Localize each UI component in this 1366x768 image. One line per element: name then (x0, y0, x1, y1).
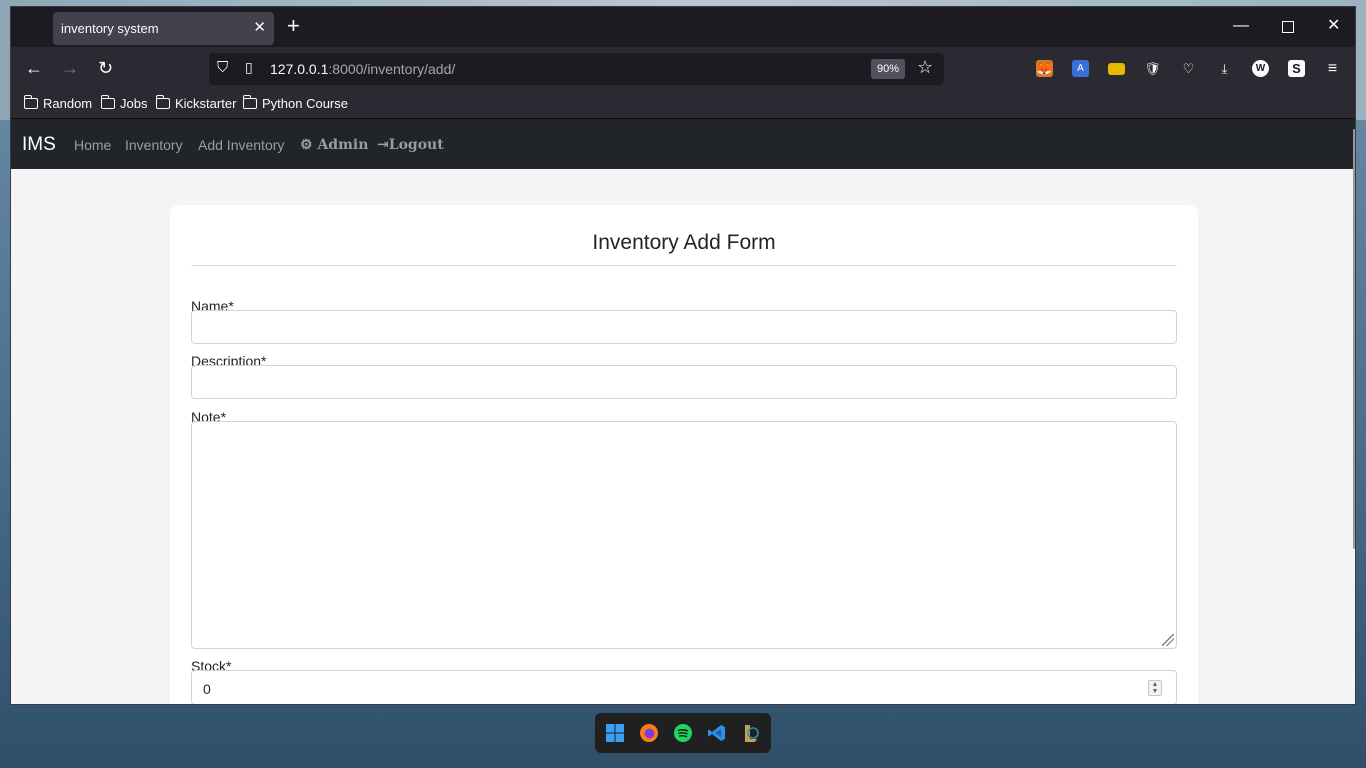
close-tab-icon[interactable]: ✕ (253, 18, 266, 36)
wikipedia-extension-icon[interactable]: W (1252, 60, 1269, 77)
downloads-icon[interactable]: ⤓ (1216, 60, 1233, 77)
sign-out-icon: ⇥ (377, 137, 389, 153)
back-icon[interactable]: ← (25, 57, 43, 79)
bookmark-label: Python Course (262, 96, 348, 111)
name-input[interactable] (191, 310, 1177, 344)
minimize-icon[interactable]: — (1233, 16, 1249, 36)
translate-extension-icon[interactable]: A (1072, 60, 1089, 77)
spotify-icon[interactable] (673, 723, 693, 743)
url-host: 127.0.0.1 (270, 61, 329, 77)
close-window-icon[interactable]: ✕ (1327, 16, 1340, 36)
nav-add-inventory[interactable]: Add Inventory (198, 137, 284, 153)
new-tab-icon[interactable]: + (287, 15, 300, 37)
inventory-form-card: Inventory Add Form Name* Description* No… (170, 205, 1198, 704)
bookmark-star-icon[interactable]: ☆ (917, 57, 933, 78)
pocket-icon[interactable]: ♡ (1180, 60, 1197, 77)
bookmark-folder-kickstarter[interactable]: Kickstarter (155, 95, 237, 111)
bookmarks-bar: Random Jobs Kickstarter Python Course (11, 91, 1355, 119)
s-extension-icon[interactable]: S (1288, 60, 1305, 77)
bookmark-folder-jobs[interactable]: Jobs (100, 95, 148, 111)
privacy-shield-extension-icon[interactable]: 🛡 (1144, 60, 1161, 77)
bookmark-label: Kickstarter (175, 96, 237, 111)
page-content: IMS Home Inventory Add Inventory ⚙ Admin… (11, 119, 1355, 704)
form-title: Inventory Add Form (592, 231, 776, 254)
stock-value: 0 (203, 681, 211, 697)
menu-hamburger-icon[interactable]: ≡ (1324, 60, 1341, 77)
windows-start-icon[interactable] (605, 723, 625, 743)
tracking-protection-shield-icon[interactable]: ⛉ (217, 59, 228, 76)
reload-icon[interactable]: ↻ (98, 57, 113, 79)
nav-inventory[interactable]: Inventory (125, 137, 183, 153)
folder-extension-icon[interactable] (1108, 63, 1125, 75)
nav-admin-label: Admin (317, 137, 369, 153)
url-text[interactable]: 127.0.0.1:8000/inventory/add/ (270, 61, 455, 77)
firefox-icon[interactable] (639, 723, 659, 743)
stock-input[interactable]: 0 ▲ ▼ (191, 670, 1177, 704)
folder-icon (242, 95, 257, 109)
tab-strip: inventory system ✕ + — ✕ (11, 7, 1355, 47)
title-divider (191, 265, 1177, 266)
vscode-icon[interactable] (707, 723, 727, 743)
maximize-icon[interactable] (1282, 21, 1294, 33)
metamask-extension-icon[interactable]: 🦊 (1036, 60, 1053, 77)
note-textarea[interactable] (191, 421, 1177, 649)
nav-logout[interactable]: ⇥Logout (377, 137, 444, 153)
zoom-level-badge[interactable]: 90% (871, 59, 906, 79)
nav-logout-label: Logout (388, 137, 444, 153)
users-cog-icon: ⚙ (300, 137, 313, 153)
tab-inventory-system[interactable]: inventory system ✕ (53, 12, 274, 45)
bookmark-folder-python-course[interactable]: Python Course (242, 95, 348, 111)
address-bar[interactable]: ⛉ ▯ 127.0.0.1:8000/inventory/add/ 90% ☆ (209, 53, 944, 85)
league-of-legends-icon[interactable] (741, 723, 761, 743)
nav-home[interactable]: Home (74, 137, 111, 153)
browser-toolbar: ← → ↻ ⛉ ▯ 127.0.0.1:8000/inventory/add/ … (11, 47, 1355, 91)
page-scrollbar[interactable] (1353, 129, 1355, 549)
folder-icon (100, 95, 115, 109)
folder-icon (23, 95, 38, 109)
tab-title: inventory system (61, 21, 159, 36)
description-input[interactable] (191, 365, 1177, 399)
app-navbar: IMS Home Inventory Add Inventory ⚙ Admin… (11, 119, 1355, 169)
brand-logo[interactable]: IMS (22, 134, 56, 156)
nav-admin[interactable]: ⚙ Admin (300, 137, 368, 153)
url-path: :8000/inventory/add/ (328, 61, 456, 77)
bookmark-folder-random[interactable]: Random (23, 95, 93, 111)
page-info-icon[interactable]: ▯ (245, 59, 253, 76)
taskbar (595, 713, 771, 753)
resize-grip-icon[interactable] (1162, 634, 1174, 646)
bookmark-label: Jobs (120, 96, 148, 111)
folder-icon (155, 95, 170, 109)
browser-window: inventory system ✕ + — ✕ ← → ↻ ⛉ ▯ 127.0… (10, 6, 1356, 705)
number-spinner-icon[interactable]: ▲ ▼ (1148, 680, 1162, 696)
bookmark-label: Random (43, 96, 93, 111)
forward-icon[interactable]: → (61, 57, 79, 79)
